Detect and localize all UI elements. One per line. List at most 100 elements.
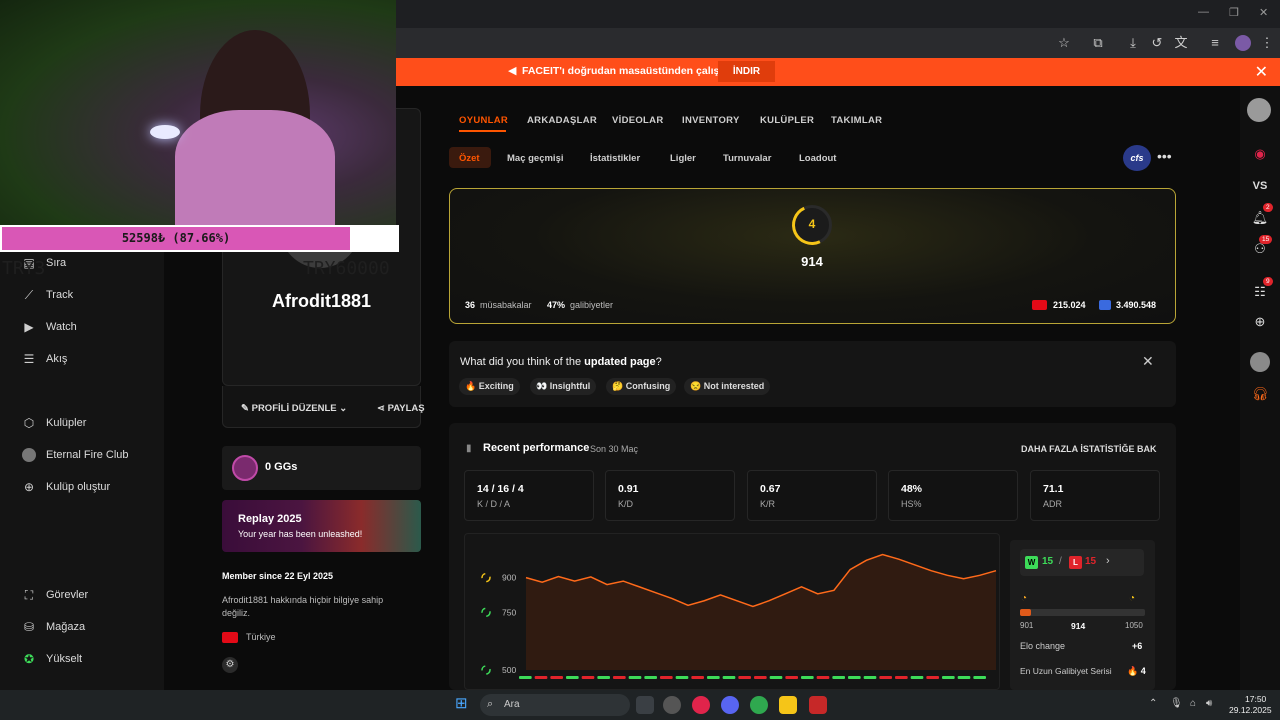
gg-card[interactable]: 0 GGs xyxy=(222,446,421,490)
download-icon[interactable]: ⤓ xyxy=(1122,28,1144,58)
tab-teams[interactable]: TAKIMLAR xyxy=(831,115,882,126)
nav-item-feed[interactable]: ☰ Akış xyxy=(22,352,68,366)
chrome-icon[interactable] xyxy=(750,696,768,714)
headset-icon[interactable]: 🎧︎ xyxy=(1250,384,1270,404)
stat-value: 48% xyxy=(901,483,923,495)
stat-label: HS% xyxy=(901,499,922,509)
level-marker-icon xyxy=(481,665,491,675)
match-result-bar xyxy=(848,676,861,679)
taskbar-search-label: Ara xyxy=(504,699,520,710)
subtab-statistics[interactable]: İstatistikler xyxy=(590,153,640,164)
gg-badge-icon xyxy=(232,455,258,481)
tab-friends[interactable]: ARKADAŞLAR xyxy=(527,115,597,126)
elo-progress-fill xyxy=(1020,609,1031,616)
obs-icon[interactable] xyxy=(663,696,681,714)
nav-item-missions[interactable]: ⛶ Görevler xyxy=(22,588,88,602)
nav-label: Yükselt xyxy=(46,653,83,665)
tab-games[interactable]: OYUNLAR xyxy=(459,115,508,126)
elo-chart: 900 750 500 xyxy=(481,553,997,679)
microphone-icon[interactable]: 🎙︎ xyxy=(1170,698,1183,709)
file-explorer-icon[interactable] xyxy=(779,696,797,714)
volume-icon[interactable]: 🔊︎ xyxy=(1206,698,1212,709)
elo-change-value: +6 xyxy=(1132,641,1143,651)
subtab-loadout[interactable]: Loadout xyxy=(799,153,836,164)
replay-card[interactable]: Replay 2025 Your year has been unleashed… xyxy=(222,500,421,552)
antivirus-icon[interactable] xyxy=(809,696,827,714)
profile-bio: Afrodit1881 hakkında hiçbir bilgiye sahi… xyxy=(222,595,384,618)
nav-item-upgrade[interactable]: ✪ Yükselt xyxy=(22,652,82,666)
tab-clubs[interactable]: KULÜPLER xyxy=(760,115,814,126)
music-app-icon[interactable] xyxy=(692,696,710,714)
discord-icon[interactable] xyxy=(721,696,739,714)
more-stats-link[interactable]: DAHA FAZLA İSTATİSTİĞE BAK xyxy=(1021,444,1157,454)
reading-list-icon[interactable]: ≡ xyxy=(1204,28,1226,58)
taskbar-search[interactable] xyxy=(480,694,630,716)
edit-profile-button[interactable]: ✎ PROFİLİ DÜZENLE ⌄ xyxy=(241,403,347,414)
nav-item-clubs[interactable]: ⬡ Kulüpler xyxy=(22,416,87,430)
faceit-logo-icon: ◀ xyxy=(508,65,517,77)
network-icon[interactable]: ⌂ xyxy=(1190,698,1196,709)
match-result-bar xyxy=(722,676,736,679)
subtab-overview[interactable]: Özet xyxy=(459,153,480,164)
nav-item-eternal-fire[interactable]: Eternal Fire Club xyxy=(22,448,129,462)
feedback-chip-insightful[interactable]: 👀 Insightful xyxy=(530,378,597,395)
win-loss-summary[interactable] xyxy=(1020,549,1144,576)
nav-item-track[interactable]: ⟋ Track xyxy=(22,288,73,302)
banner-close-icon[interactable]: ✕ xyxy=(1255,62,1268,82)
user-avatar[interactable] xyxy=(1247,98,1271,122)
feedback-chip-confusing[interactable]: 🤔 Confusing xyxy=(606,378,677,395)
tab-inventory[interactable]: INVENTORY xyxy=(682,115,740,126)
nav-item-watch[interactable]: ▶ Watch xyxy=(22,320,76,334)
versus-icon[interactable]: VS xyxy=(1250,176,1270,196)
elo-range-current: 914 xyxy=(1071,621,1086,631)
subtab-tournaments[interactable]: Turnuvalar xyxy=(723,153,771,164)
windows-start-icon[interactable]: ⊞ xyxy=(455,696,471,712)
feedback-question-pre: What did you think of the xyxy=(460,356,585,368)
more-options-icon[interactable]: ••• xyxy=(1157,148,1172,164)
feedback-close-icon[interactable]: ✕ xyxy=(1142,353,1154,370)
tab-videos[interactable]: VİDEOLAR xyxy=(612,115,664,126)
steam-icon[interactable]: ⚙ xyxy=(222,657,238,673)
nav-label: Mağaza xyxy=(46,621,86,633)
turkey-flag-icon xyxy=(222,632,238,643)
window-close-icon[interactable]: ✕ xyxy=(1259,6,1268,19)
add-circle-icon[interactable]: ⊕ xyxy=(1250,312,1270,332)
elo-change-label: Elo change xyxy=(1020,641,1066,651)
country-flag-icon xyxy=(1032,300,1047,310)
match-result-bar xyxy=(879,676,892,679)
nav-label: Sıra xyxy=(46,257,67,269)
loss-icon: L xyxy=(1069,556,1082,569)
friend-avatar[interactable] xyxy=(1250,352,1270,372)
match-result-bar xyxy=(863,676,877,679)
bookmark-star-icon[interactable]: ☆ xyxy=(1053,28,1075,58)
record-icon[interactable]: ◉ xyxy=(1250,144,1270,164)
subtab-leagues[interactable]: Ligler xyxy=(670,153,696,164)
extensions-icon[interactable]: ⧉ xyxy=(1087,28,1109,58)
tray-chevron-icon[interactable]: ⌃ xyxy=(1149,698,1157,709)
game-selector-badge[interactable]: cfs xyxy=(1123,145,1151,171)
chart-icon: ⟋ xyxy=(24,288,34,302)
match-result-bar xyxy=(942,676,955,679)
browser-menu-icon[interactable]: ⋮ xyxy=(1256,28,1278,58)
history-icon[interactable]: ↺ xyxy=(1146,28,1168,58)
feedback-chip-not-interested[interactable]: 😒 Not interested xyxy=(684,378,771,395)
share-button[interactable]: ⋖ PAYLAŞ xyxy=(377,403,425,414)
browser-profile-avatar[interactable] xyxy=(1235,35,1251,51)
nav-item-shop[interactable]: ⛁ Mağaza xyxy=(22,620,85,634)
stat-label: K/R xyxy=(760,499,776,509)
subtab-match-history[interactable]: Maç geçmişi xyxy=(507,153,564,164)
profile-country: Türkiye xyxy=(246,632,276,642)
replay-subtitle: Your year has been unleashed! xyxy=(238,529,363,539)
match-result-bar xyxy=(738,676,751,679)
banner-download-button[interactable]: İNDIR xyxy=(718,61,775,82)
streamer-hoodie xyxy=(175,110,335,226)
stat-box-kr: 0.67 K/R xyxy=(747,470,877,521)
maximize-icon[interactable]: ❐ xyxy=(1229,6,1239,19)
feedback-chip-exciting[interactable]: 🔥 Exciting xyxy=(459,378,520,395)
notification-badge: 2 xyxy=(1263,203,1273,212)
matches-count: 36 xyxy=(465,300,476,310)
translate-icon[interactable]: 文 xyxy=(1170,28,1192,58)
minimize-icon[interactable]: — xyxy=(1198,6,1209,18)
nav-item-create-club[interactable]: ⊕ Kulüp oluştur xyxy=(22,480,110,494)
task-view-icon[interactable] xyxy=(636,696,654,714)
